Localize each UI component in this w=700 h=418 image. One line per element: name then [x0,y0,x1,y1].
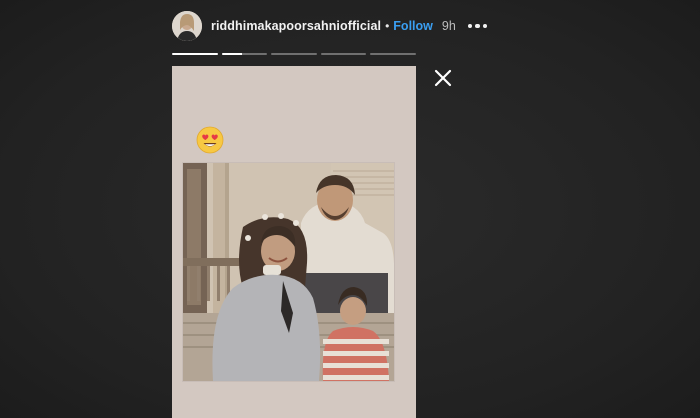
username[interactable]: riddhimakapoorsahniofficial [211,19,381,33]
story-photo [183,163,394,381]
family-photo-image [183,163,394,381]
more-dot [482,23,488,29]
more-dot [467,23,473,29]
progress-fill [221,53,243,55]
progress-segment [320,53,367,55]
close-icon[interactable] [433,68,453,88]
story-header: riddhimakapoorsahniofficial • Follow 9h [172,11,488,41]
progress-fill [172,53,218,55]
story-card[interactable] [172,66,416,418]
progress-segment [221,53,268,55]
story-viewer: riddhimakapoorsahniofficial • Follow 9h [0,0,700,418]
follow-button[interactable]: Follow [393,19,433,33]
more-dot [475,23,480,29]
story-progress [172,53,416,55]
heart-eyes-emoji-icon [196,126,224,154]
progress-segment [370,53,416,55]
more-options-icon[interactable] [467,19,488,33]
timestamp: 9h [441,19,456,33]
progress-segment [271,53,317,55]
avatar[interactable] [172,11,202,41]
separator-dot: • [385,19,390,33]
avatar-image [172,11,202,41]
progress-segment [172,53,218,55]
